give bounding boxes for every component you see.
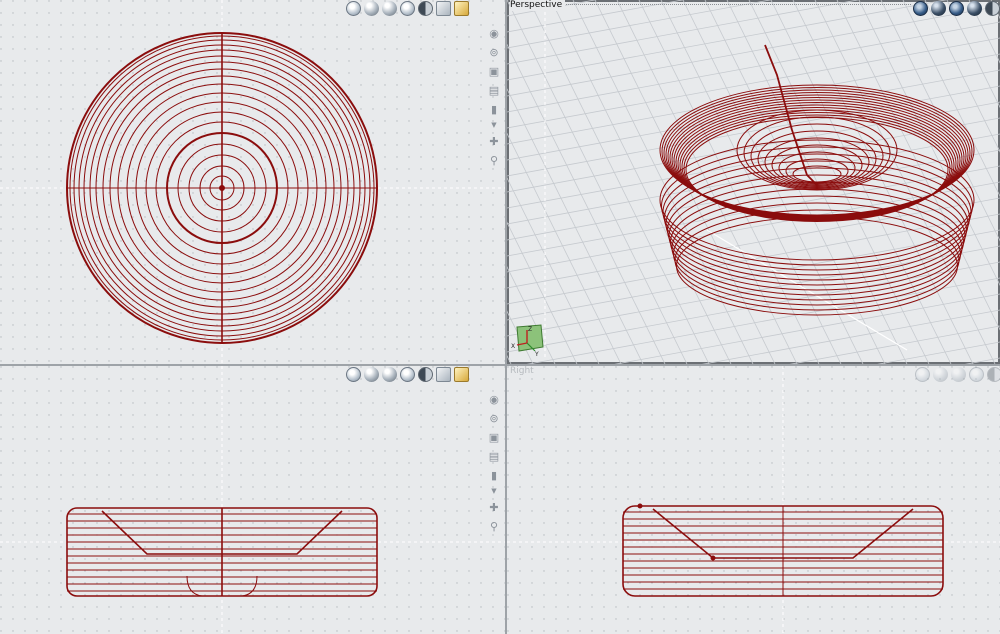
globe-icon[interactable]	[346, 367, 361, 382]
perspective-viewport-label[interactable]: Perspective	[510, 0, 566, 11]
pan-icon[interactable]: ✚	[488, 500, 500, 514]
top-viewport-toolbar	[346, 1, 469, 16]
front-viewport-side-toolbar: ◉ ⊚ ▣ ▤ ▮ ▼ ✚ ⚲	[488, 392, 500, 533]
shaded-sphere-icon[interactable]	[931, 1, 946, 16]
axis-x-label: X	[511, 343, 515, 350]
magnifier-icon[interactable]: ⚲	[488, 153, 500, 167]
perspective-grid: Z X Y	[507, 0, 1000, 364]
folder-icon[interactable]: ▣	[488, 430, 500, 444]
half-sphere-icon[interactable]	[985, 1, 1000, 16]
save-icon[interactable]: ▤	[488, 83, 500, 97]
top-viewport-grid	[0, 0, 505, 364]
half-sphere-icon[interactable]	[987, 367, 1000, 382]
globe-icon[interactable]	[913, 1, 928, 16]
lock-icon[interactable]: ▮	[488, 102, 500, 116]
gold-box-icon[interactable]	[454, 367, 469, 382]
right-viewport-label[interactable]: Right	[510, 366, 537, 377]
globe-icon[interactable]	[915, 367, 930, 382]
dropdown-arrow-icon[interactable]: ▼	[488, 487, 500, 495]
front-viewport-grid	[0, 366, 505, 634]
zoom-extents-icon[interactable]: ◉	[488, 26, 500, 40]
perspective-viewport-toolbar	[913, 1, 1000, 16]
shaded-sphere-icon[interactable]	[933, 367, 948, 382]
perspective-wireframe	[659, 44, 975, 316]
right-viewport-grid	[507, 366, 1000, 634]
rendered-sphere-icon[interactable]	[382, 1, 397, 16]
globe-icon[interactable]	[346, 1, 361, 16]
lock-icon[interactable]: ▮	[488, 468, 500, 482]
layers-icon[interactable]	[967, 1, 982, 16]
viewport-title-dots	[563, 4, 911, 6]
rendered-sphere-icon[interactable]	[949, 1, 964, 16]
pan-icon[interactable]: ✚	[488, 134, 500, 148]
right-viewport[interactable]: Right	[507, 366, 1000, 634]
save-icon[interactable]: ▤	[488, 449, 500, 463]
zoom-window-icon[interactable]: ⊚	[488, 45, 500, 59]
axis-y-label: Y	[534, 351, 539, 358]
box-icon[interactable]	[436, 367, 451, 382]
shaded-sphere-icon[interactable]	[364, 367, 379, 382]
rendered-sphere-icon[interactable]	[951, 367, 966, 382]
rendered-sphere-icon[interactable]	[382, 367, 397, 382]
layers-icon[interactable]	[400, 367, 415, 382]
box-icon[interactable]	[436, 1, 451, 16]
layers-icon[interactable]	[400, 1, 415, 16]
half-sphere-icon[interactable]	[418, 367, 433, 382]
magnifier-icon[interactable]: ⚲	[488, 519, 500, 533]
half-sphere-icon[interactable]	[418, 1, 433, 16]
folder-icon[interactable]: ▣	[488, 64, 500, 78]
front-viewport-toolbar	[346, 367, 469, 382]
top-viewport[interactable]: ◉ ⊚ ▣ ▤ ▮ ▼ ✚ ⚲	[0, 0, 505, 364]
zoom-extents-icon[interactable]: ◉	[488, 392, 500, 406]
top-viewport-side-toolbar: ◉ ⊚ ▣ ▤ ▮ ▼ ✚ ⚲	[488, 26, 500, 167]
perspective-viewport[interactable]: Perspective Z X Y	[507, 0, 1000, 364]
shaded-sphere-icon[interactable]	[364, 1, 379, 16]
right-viewport-toolbar	[915, 367, 1000, 382]
front-viewport[interactable]: ◉ ⊚ ▣ ▤ ▮ ▼ ✚ ⚲	[0, 366, 505, 634]
gold-box-icon[interactable]	[454, 1, 469, 16]
zoom-window-icon[interactable]: ⊚	[488, 411, 500, 425]
axis-z-label: Z	[528, 326, 532, 333]
dropdown-arrow-icon[interactable]: ▼	[488, 121, 500, 129]
layers-icon[interactable]	[969, 367, 984, 382]
